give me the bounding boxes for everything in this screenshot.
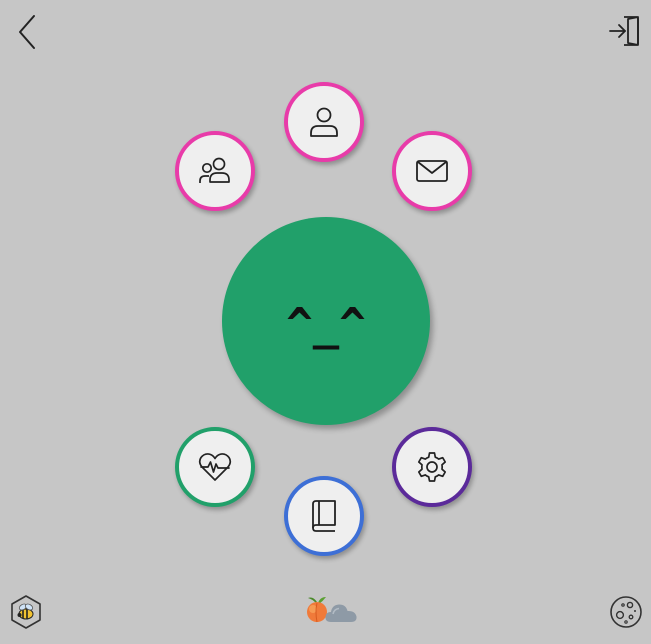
mood-face-button[interactable]: ^_^ <box>222 217 430 425</box>
chevron-left-icon <box>19 15 35 49</box>
home-screen: ^_^ <box>0 0 651 644</box>
bee-badge-button[interactable] <box>9 594 43 630</box>
envelope-icon <box>416 160 448 182</box>
profile-button[interactable] <box>284 82 364 162</box>
users-icon <box>199 157 230 183</box>
cloud-icon <box>325 604 357 622</box>
bee-hexagon-icon <box>11 595 41 629</box>
sign-out-icon <box>609 16 639 46</box>
user-icon <box>310 107 338 137</box>
mood-face-text: ^_^ <box>286 299 366 350</box>
logout-button[interactable] <box>606 12 646 50</box>
heart-pulse-icon <box>198 453 232 481</box>
moon-icon <box>610 596 642 628</box>
health-button[interactable] <box>175 427 255 507</box>
journal-button[interactable] <box>284 476 364 556</box>
messages-button[interactable] <box>392 131 472 211</box>
gear-icon <box>417 452 447 482</box>
dark-mode-toggle[interactable] <box>608 594 644 630</box>
friends-button[interactable] <box>175 131 255 211</box>
mood-weather-indicator <box>304 594 358 626</box>
settings-button[interactable] <box>392 427 472 507</box>
book-icon <box>312 500 336 532</box>
back-button[interactable] <box>10 12 44 52</box>
